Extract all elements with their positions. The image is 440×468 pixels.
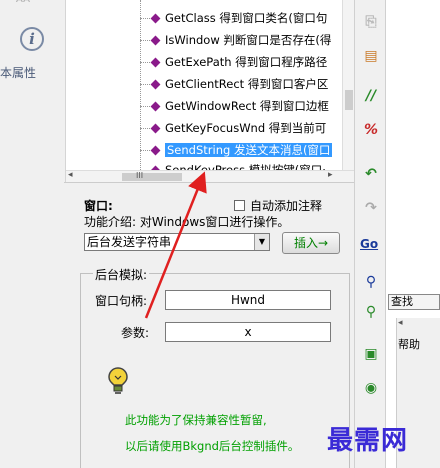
command-tree: GetClass 得到窗口类名(窗口句 IsWindow 判断窗口是否存在(得 Ge… xyxy=(66,0,354,182)
command-bullet-icon xyxy=(150,145,161,156)
background-simulation-group: 后台模拟: 窗口句柄: Hwnd 参数: x 此功能为了保持兼容性暂留, 以后请… xyxy=(80,266,350,468)
command-select-value: 后台发送字符串 xyxy=(87,235,172,249)
scroll-right-icon[interactable]: ▸ xyxy=(328,170,333,180)
tooltip: 查找 xyxy=(388,294,440,310)
tree-item-label: GetExePath 得到窗口程序路径 xyxy=(165,55,328,69)
tree-item-label: GetKeyFocusWnd 得到当前可 xyxy=(165,121,327,135)
window-label: 窗口: xyxy=(84,199,113,213)
eye-icon[interactable]: ◉ xyxy=(361,378,381,398)
truncated-top-text: AA xyxy=(16,0,30,5)
tree-vertical-scrollbar[interactable] xyxy=(342,0,354,170)
compat-note-line2: 以后请使用Bkgnd后台控制插件。 xyxy=(125,439,300,453)
left-properties-strip: AA i 本属性 xyxy=(0,0,66,468)
command-properties-panel: 窗口: 自动添加注释 功能介绍: 对Windows窗口进行操作。 后台发送字符串… xyxy=(64,182,354,468)
function-description: 功能介绍: 对Windows窗口进行操作。 xyxy=(84,215,290,229)
redo-icon[interactable]: ↷ xyxy=(361,198,381,218)
command-bullet-icon xyxy=(150,57,161,68)
hscroll-grip: III xyxy=(136,171,144,180)
auto-comment-label: 自动添加注释 xyxy=(250,199,323,213)
tree-item-label: GetWindowRect 得到窗口边框 xyxy=(165,99,329,113)
tree-connector xyxy=(140,128,150,129)
handle-label: 窗口句柄: xyxy=(95,294,148,308)
checkbox-box[interactable] xyxy=(234,200,245,211)
paste-icon[interactable]: ▤ xyxy=(361,46,381,66)
tree-hscroll-thumb[interactable] xyxy=(122,173,182,181)
tree-item[interactable]: GetClass 得到窗口类名(窗口句 xyxy=(140,8,342,28)
undo-icon[interactable]: ↶ xyxy=(361,164,381,184)
tree-vscroll-thumb[interactable] xyxy=(345,90,353,110)
command-bullet-icon xyxy=(150,35,161,46)
right-scroll-left-icon[interactable]: ◂ xyxy=(398,318,403,328)
tree-item[interactable]: SendString 发送文本消息(窗口 xyxy=(140,140,342,160)
window-icon[interactable]: ▣ xyxy=(361,344,381,364)
tree-item[interactable]: GetKeyFocusWnd 得到当前可 xyxy=(140,118,342,138)
auto-comment-checkbox[interactable]: 自动添加注释 xyxy=(234,197,322,214)
scroll-left-icon[interactable]: ◂ xyxy=(68,170,73,180)
find-next-icon[interactable]: ⚲ xyxy=(361,302,381,322)
info-icon[interactable]: i xyxy=(20,27,44,51)
watermark-logo: 最需网 xyxy=(327,426,409,456)
tree-connector xyxy=(140,18,150,19)
group-title: 后台模拟: xyxy=(93,266,150,283)
help-tab[interactable]: 帮助 xyxy=(398,336,420,352)
dropdown-arrow-icon[interactable]: ▼ xyxy=(254,234,269,250)
right-toolbar: ⎘ ▤ // % ↶ ↷ Go ⚲ ⚲ ▣ ◉ xyxy=(354,0,386,468)
tree-connector xyxy=(140,106,150,107)
handle-input[interactable]: Hwnd xyxy=(165,290,331,310)
properties-label: 本属性 xyxy=(0,66,37,80)
compat-note-line1: 此功能为了保持兼容性暂留, xyxy=(125,413,267,427)
tree-connector xyxy=(140,40,150,41)
command-bullet-icon xyxy=(150,13,161,24)
tree-connector xyxy=(140,84,150,85)
tree-item-label: SendString 发送文本消息(窗口 xyxy=(165,143,333,157)
comment-icon[interactable]: // xyxy=(361,86,381,106)
go-button[interactable]: Go xyxy=(360,237,378,251)
insert-button[interactable]: 插入→ xyxy=(282,232,340,254)
command-bullet-icon xyxy=(150,101,161,112)
tree-item-label: GetClientRect 得到窗口客户区 xyxy=(165,77,329,91)
tree-item[interactable]: GetWindowRect 得到窗口边框 xyxy=(140,96,342,116)
uncomment-icon[interactable]: % xyxy=(361,120,381,140)
tree-item-label: IsWindow 判断窗口是否存在(得 xyxy=(165,33,332,47)
param-input[interactable]: x xyxy=(165,322,331,342)
lightbulb-icon xyxy=(108,367,128,394)
tree-horizontal-scrollbar[interactable]: ◂ III ▸ xyxy=(66,170,354,182)
copy-icon[interactable]: ⎘ xyxy=(361,12,381,32)
command-bullet-icon xyxy=(150,79,161,90)
tree-item[interactable]: IsWindow 判断窗口是否存在(得 xyxy=(140,30,342,50)
tree-connector xyxy=(140,62,150,63)
tree-item-label: GetClass 得到窗口类名(窗口句 xyxy=(165,11,328,25)
find-icon[interactable]: ⚲ xyxy=(361,272,381,292)
tree-item[interactable]: GetClientRect 得到窗口客户区 xyxy=(140,74,342,94)
command-select[interactable]: 后台发送字符串 ▼ xyxy=(84,233,270,251)
tree-item[interactable]: GetExePath 得到窗口程序路径 xyxy=(140,52,342,72)
tree-connector xyxy=(140,150,150,151)
param-label: 参数: xyxy=(121,326,150,340)
command-bullet-icon xyxy=(150,123,161,134)
